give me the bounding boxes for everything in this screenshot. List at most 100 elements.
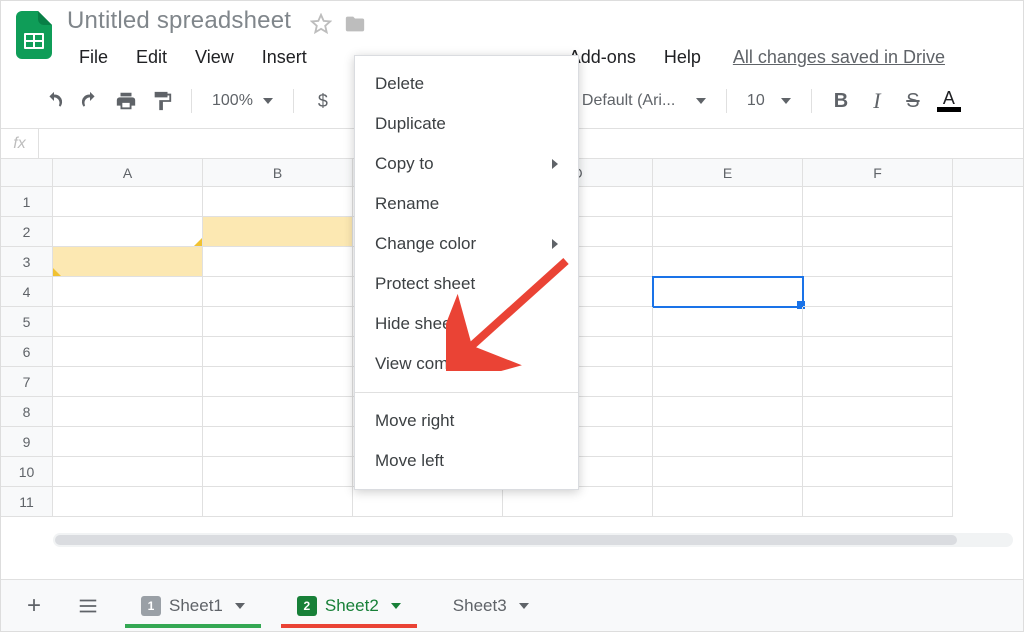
- text-color-button[interactable]: A: [932, 84, 966, 118]
- column-header[interactable]: B: [203, 159, 353, 186]
- cell-active[interactable]: [653, 277, 803, 307]
- cell[interactable]: [203, 307, 353, 337]
- row-header[interactable]: 1: [1, 187, 53, 217]
- cell[interactable]: [803, 367, 953, 397]
- cell[interactable]: [203, 427, 353, 457]
- row-header[interactable]: 9: [1, 427, 53, 457]
- cell[interactable]: [803, 277, 953, 307]
- sheet-tab-sheet2[interactable]: 2 Sheet2: [281, 586, 417, 626]
- menu-item-copy-to[interactable]: Copy to: [355, 144, 578, 184]
- sheet-tab-sheet1[interactable]: 1 Sheet1: [125, 586, 261, 626]
- cell[interactable]: [653, 307, 803, 337]
- cell[interactable]: [53, 487, 203, 517]
- cell[interactable]: [203, 487, 353, 517]
- cell[interactable]: [53, 247, 203, 277]
- cell[interactable]: [353, 487, 503, 517]
- cell[interactable]: [203, 247, 353, 277]
- menu-item-view-comments[interactable]: View comments: [355, 344, 578, 384]
- currency-button[interactable]: $: [306, 84, 340, 118]
- cell[interactable]: [503, 487, 653, 517]
- menu-item-hide-sheet[interactable]: Hide sheet: [355, 304, 578, 344]
- cell[interactable]: [653, 427, 803, 457]
- row-header[interactable]: 2: [1, 217, 53, 247]
- menu-file[interactable]: File: [67, 41, 120, 74]
- cell[interactable]: [653, 367, 803, 397]
- menu-item-protect-sheet[interactable]: Protect sheet: [355, 264, 578, 304]
- document-title[interactable]: Untitled spreadsheet: [67, 7, 291, 34]
- cell[interactable]: [803, 457, 953, 487]
- font-size-dropdown[interactable]: 10: [739, 88, 799, 114]
- column-header[interactable]: A: [53, 159, 203, 186]
- cell[interactable]: [203, 337, 353, 367]
- cell[interactable]: [803, 247, 953, 277]
- row-header[interactable]: 7: [1, 367, 53, 397]
- cell[interactable]: [653, 397, 803, 427]
- menu-item-duplicate[interactable]: Duplicate: [355, 104, 578, 144]
- menu-edit[interactable]: Edit: [124, 41, 179, 74]
- redo-button[interactable]: [73, 84, 107, 118]
- cell[interactable]: [653, 247, 803, 277]
- cell[interactable]: [203, 457, 353, 487]
- cell[interactable]: [53, 427, 203, 457]
- cell[interactable]: [653, 187, 803, 217]
- cell[interactable]: [203, 367, 353, 397]
- caret-down-icon[interactable]: [519, 603, 529, 609]
- cell[interactable]: [803, 217, 953, 247]
- row-header[interactable]: 11: [1, 487, 53, 517]
- menu-item-change-color[interactable]: Change color: [355, 224, 578, 264]
- cell[interactable]: [803, 427, 953, 457]
- row-header[interactable]: 5: [1, 307, 53, 337]
- cell[interactable]: [803, 337, 953, 367]
- cell[interactable]: [203, 217, 353, 247]
- all-sheets-button[interactable]: [71, 589, 105, 623]
- caret-down-icon[interactable]: [235, 603, 245, 609]
- cell[interactable]: [203, 397, 353, 427]
- save-status[interactable]: All changes saved in Drive: [733, 47, 945, 68]
- row-header[interactable]: 8: [1, 397, 53, 427]
- cell[interactable]: [53, 187, 203, 217]
- cell[interactable]: [53, 367, 203, 397]
- undo-button[interactable]: [37, 84, 71, 118]
- cell[interactable]: [53, 337, 203, 367]
- bold-button[interactable]: B: [824, 84, 858, 118]
- sheet-tab-sheet3[interactable]: Sheet3: [437, 586, 545, 626]
- cell[interactable]: [53, 217, 203, 247]
- horizontal-scrollbar[interactable]: [53, 533, 1013, 547]
- cell[interactable]: [803, 187, 953, 217]
- cell[interactable]: [203, 277, 353, 307]
- column-header[interactable]: E: [653, 159, 803, 186]
- paint-format-button[interactable]: [145, 84, 179, 118]
- menu-help[interactable]: Help: [652, 41, 713, 74]
- caret-down-icon[interactable]: [391, 603, 401, 609]
- column-header[interactable]: F: [803, 159, 953, 186]
- row-header[interactable]: 4: [1, 277, 53, 307]
- cell[interactable]: [653, 457, 803, 487]
- move-folder-icon[interactable]: [344, 13, 366, 35]
- strikethrough-button[interactable]: S: [896, 84, 930, 118]
- cell[interactable]: [803, 307, 953, 337]
- italic-button[interactable]: I: [860, 84, 894, 118]
- row-header[interactable]: 6: [1, 337, 53, 367]
- cell[interactable]: [653, 487, 803, 517]
- zoom-dropdown[interactable]: 100%: [204, 88, 281, 114]
- row-header[interactable]: 3: [1, 247, 53, 277]
- row-header[interactable]: 10: [1, 457, 53, 487]
- cell[interactable]: [203, 187, 353, 217]
- cell[interactable]: [53, 397, 203, 427]
- menu-item-move-right[interactable]: Move right: [355, 401, 578, 441]
- cell[interactable]: [803, 397, 953, 427]
- print-button[interactable]: [109, 84, 143, 118]
- menu-item-move-left[interactable]: Move left: [355, 441, 578, 481]
- cell[interactable]: [803, 487, 953, 517]
- font-dropdown[interactable]: Default (Ari...: [574, 88, 714, 114]
- cell[interactable]: [53, 457, 203, 487]
- cell[interactable]: [53, 277, 203, 307]
- menu-item-rename[interactable]: Rename: [355, 184, 578, 224]
- menu-view[interactable]: View: [183, 41, 246, 74]
- star-icon[interactable]: [310, 13, 332, 35]
- menu-insert[interactable]: Insert: [250, 41, 319, 74]
- cell[interactable]: [53, 307, 203, 337]
- select-all-corner[interactable]: [1, 159, 53, 186]
- menu-item-delete[interactable]: Delete: [355, 64, 578, 104]
- cell[interactable]: [653, 337, 803, 367]
